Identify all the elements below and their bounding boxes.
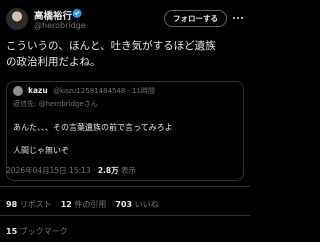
quoted-author-name: kazu xyxy=(28,86,48,95)
reposts-stat[interactable]: 98 リポスト xyxy=(6,199,52,210)
author-name[interactable]: 高橋裕行 xyxy=(34,8,72,22)
tweet-text-line: の政治利用だよね。 xyxy=(6,56,101,68)
views-label: 表示 xyxy=(118,166,137,175)
reply-prefix: 返信先: xyxy=(13,100,39,108)
post-timestamp[interactable]: 2026年04月15日 15:13 · xyxy=(6,166,98,175)
verified-badge-icon xyxy=(72,8,82,18)
likes-stat[interactable]: 703 いいね xyxy=(115,199,158,210)
quoted-reply-to: 返信先: @herobridgeさん xyxy=(13,99,98,109)
likes-label: いいね xyxy=(134,200,159,209)
reposts-count: 98 xyxy=(6,200,18,209)
bookmarks-count: 15 xyxy=(6,227,18,236)
views-count: 2.8万 xyxy=(97,166,119,175)
divider xyxy=(0,215,250,216)
quotes-label: 件の引用 xyxy=(74,200,107,209)
more-options-icon[interactable] xyxy=(232,13,244,23)
post-meta: 2026年04月15日 15:13 · 2.8万 表示 xyxy=(6,165,136,176)
bookmarks-label: ブックマーク xyxy=(19,227,68,236)
quotes-count: 12 xyxy=(60,200,72,209)
quoted-text-line: 人間じゃ無いぞ xyxy=(13,146,69,155)
follow-button[interactable]: フォローする xyxy=(164,10,227,27)
author-handle[interactable]: @herobridge xyxy=(34,21,86,30)
tweet-text: こういうの、ほんと、吐き気がするほど遺族 の政治利用だよね。 xyxy=(6,38,246,70)
author-avatar[interactable] xyxy=(6,8,28,30)
tweet-text-line: こういうの、ほんと、吐き気がするほど遺族 xyxy=(6,40,216,52)
engagement-stats: 98 リポスト 12 件の引用 703 いいね xyxy=(6,199,159,210)
quoted-author-avatar xyxy=(13,86,23,96)
bookmarks-stat[interactable]: 15 ブックマーク xyxy=(6,226,68,237)
likes-count: 703 xyxy=(115,200,133,209)
quoted-author-meta: @kazu12581484548 · 11時間 xyxy=(53,87,155,95)
quotes-stat[interactable]: 12 件の引用 xyxy=(61,199,107,210)
reposts-label: リポスト xyxy=(19,200,52,209)
reply-handle: @herobridgeさん xyxy=(38,100,98,108)
divider xyxy=(0,186,250,187)
quoted-text-line: あんた、、、その言葉遺族の前で言ってみろよ xyxy=(13,123,173,132)
